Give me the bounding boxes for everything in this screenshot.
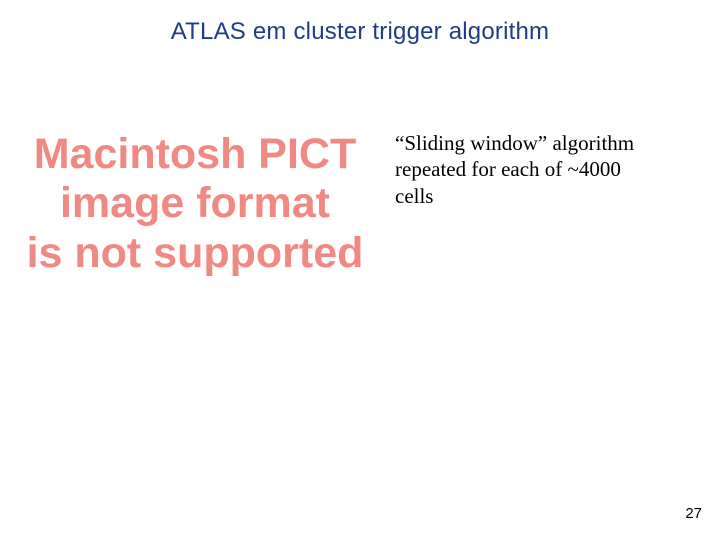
pict-placeholder: Macintosh PICT image format is not suppo… <box>10 130 380 278</box>
page-title: ATLAS em cluster trigger algorithm <box>0 18 720 46</box>
pict-line-3: is not supported <box>10 229 380 278</box>
slide: ATLAS em cluster trigger algorithm Macin… <box>0 0 720 540</box>
algorithm-caption: “Sliding window” algorithm repeated for … <box>395 130 660 209</box>
pict-line-2: image format <box>10 179 380 228</box>
page-number: 27 <box>685 505 702 522</box>
pict-line-1: Macintosh PICT <box>10 130 380 179</box>
